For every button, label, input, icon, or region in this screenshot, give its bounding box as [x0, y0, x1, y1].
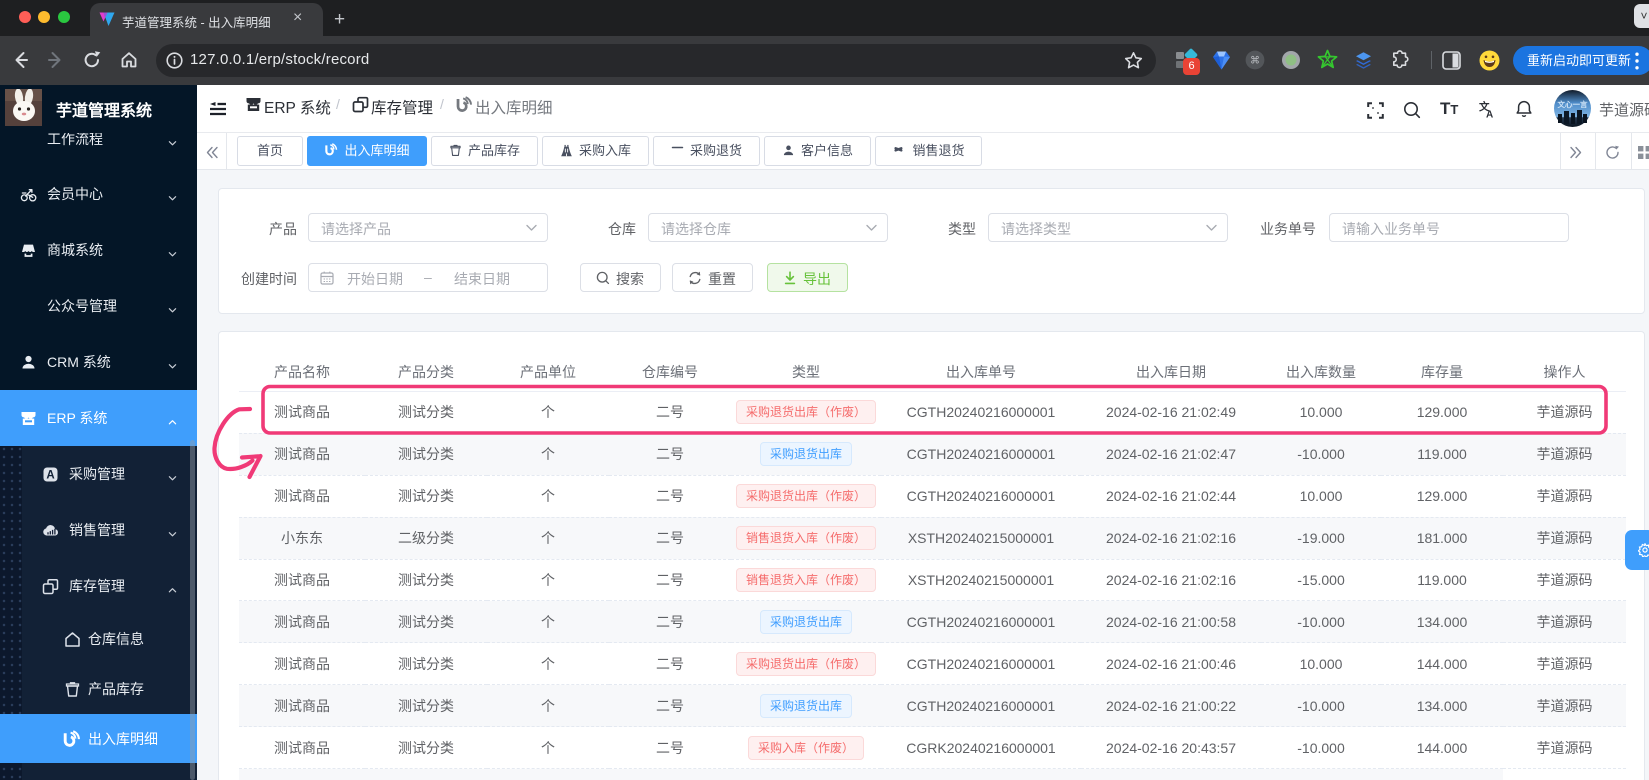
- svg-text:A: A: [46, 470, 54, 482]
- svg-text:A: A: [1486, 110, 1493, 120]
- svg-text:文心一言: 文心一言: [1558, 99, 1588, 109]
- svg-text:⌘: ⌘: [1250, 56, 1260, 67]
